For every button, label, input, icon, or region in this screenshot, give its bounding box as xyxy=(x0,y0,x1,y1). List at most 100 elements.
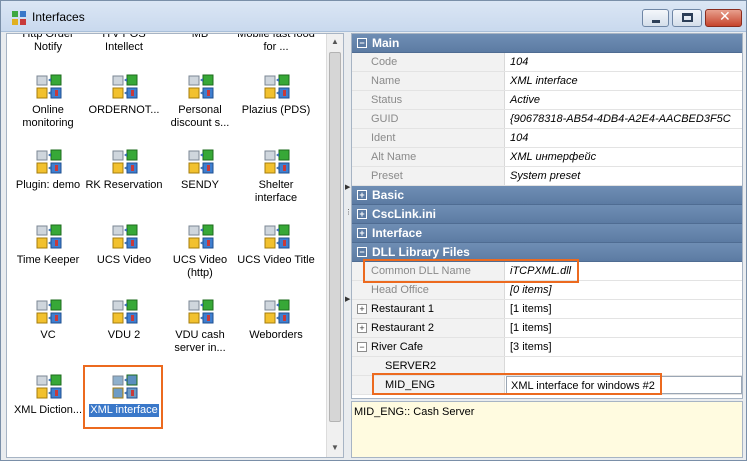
property-key: River Cafe xyxy=(352,338,505,356)
interface-item-mobile-fast-food-for[interactable]: Mobile fast food for ... xyxy=(237,34,315,66)
interface-item-weborders[interactable]: Weborders xyxy=(237,295,315,367)
property-code[interactable]: Code 104 xyxy=(352,53,742,72)
collapse-icon[interactable]: − xyxy=(357,247,367,257)
property-value[interactable]: XML interface xyxy=(506,72,742,90)
interface-item-label: VDU cash server in... xyxy=(174,329,226,354)
property-preset[interactable]: Preset System preset xyxy=(352,167,742,186)
minimize-icon xyxy=(652,20,660,23)
property-value[interactable]: [1 items] xyxy=(506,319,742,337)
collapse-icon[interactable]: − xyxy=(357,342,367,352)
property-river-cafe[interactable]: − River Cafe [3 items] xyxy=(352,338,742,357)
interface-item-personal-discount-s[interactable]: Personal discount s... xyxy=(161,70,239,142)
interface-item-itv-pos-intellect[interactable]: ITV POS Intellect xyxy=(85,34,163,66)
interface-item-plugin-demo[interactable]: Plugin: demo xyxy=(9,145,87,217)
app-icon xyxy=(12,11,26,25)
property-value[interactable]: [3 items] xyxy=(506,338,742,356)
property-server2[interactable]: SERVER2 xyxy=(352,357,742,376)
property-common-dll-name[interactable]: Common DLL Name iTCPXML.dll xyxy=(352,262,742,281)
property-value[interactable]: [1 items] xyxy=(506,300,742,318)
property-key: Ident xyxy=(352,129,505,147)
property-value[interactable]: iTCPXML.dll xyxy=(506,262,742,280)
category-basic[interactable]: + Basic xyxy=(352,186,742,205)
interface-icon-list[interactable]: Http Order Notify ITV POS Intellect MB Mobi… xyxy=(6,33,344,458)
minimize-button[interactable] xyxy=(642,9,669,27)
interface-item-label: Plugin: demo xyxy=(15,179,81,191)
property-grid[interactable]: − Main Code 104 Name XML interface Status Act… xyxy=(351,33,743,399)
property-value[interactable]: 104 xyxy=(506,53,742,71)
category-interface[interactable]: + Interface xyxy=(352,224,742,243)
pane-splitter[interactable]: ▶ ⋮ ▶ xyxy=(344,33,352,458)
close-icon: ✕ xyxy=(719,8,731,24)
interface-item-online-monitoring[interactable]: Online monitoring xyxy=(9,70,87,142)
property-guid[interactable]: GUID {90678318-AB54-4DB4-A2E4-AACBED3F5C xyxy=(352,110,742,129)
property-head-office[interactable]: Head Office [0 items] xyxy=(352,281,742,300)
category-main[interactable]: − Main xyxy=(352,34,742,53)
interface-item-ucs-video-http[interactable]: UCS Video (http) xyxy=(161,220,239,292)
interface-item-ucs-video-title[interactable]: UCS Video Title xyxy=(237,220,315,292)
property-value[interactable]: 104 xyxy=(506,129,742,147)
interface-item-ucs-video[interactable]: UCS Video xyxy=(85,220,163,292)
property-key: Preset xyxy=(352,167,505,185)
property-value[interactable]: Active xyxy=(506,91,742,109)
property-restaurant-2[interactable]: + Restaurant 2 [1 items] xyxy=(352,319,742,338)
interface-item-mb[interactable]: MB xyxy=(161,33,239,66)
category-label: Basic xyxy=(372,188,405,202)
expand-icon[interactable]: + xyxy=(357,323,367,333)
property-key: Name xyxy=(352,72,505,90)
category-dll-library-files[interactable]: − DLL Library Files xyxy=(352,243,742,262)
property-value[interactable]: XML интерфейс xyxy=(506,148,742,166)
interface-item-xml-interface[interactable]: XML interface xyxy=(85,370,163,442)
category-label: Main xyxy=(372,36,400,50)
maximize-button[interactable] xyxy=(672,9,702,27)
collapse-icon[interactable]: − xyxy=(357,38,367,48)
interface-item-xml-diction[interactable]: XML Diction... xyxy=(9,370,87,442)
property-alt-name[interactable]: Alt Name XML интерфейс xyxy=(352,148,742,167)
property-key: Restaurant 2 xyxy=(352,319,505,337)
interface-item-vdu-cash-server-in[interactable]: VDU cash server in... xyxy=(161,295,239,367)
interface-item-shelter-interface[interactable]: Shelter interface xyxy=(237,145,315,217)
property-key: Common DLL Name xyxy=(352,262,505,280)
property-value[interactable]: [0 items] xyxy=(506,281,742,299)
scroll-down-icon[interactable]: ▼ xyxy=(327,440,343,456)
close-button[interactable]: ✕ xyxy=(705,8,742,27)
property-value[interactable] xyxy=(506,357,742,375)
interface-item-label: RK Reservation xyxy=(85,179,163,191)
property-value[interactable]: {90678318-AB54-4DB4-A2E4-AACBED3F5C xyxy=(506,110,742,128)
interface-item-sendy[interactable]: SENDY xyxy=(161,145,239,217)
interface-item-time-keeper[interactable]: Time Keeper xyxy=(9,220,87,292)
expand-icon[interactable]: + xyxy=(357,190,367,200)
expand-icon[interactable]: + xyxy=(357,304,367,314)
interface-module-icon xyxy=(264,224,290,249)
interface-item-rk-reservation[interactable]: RK Reservation xyxy=(85,145,163,217)
interface-item-plazius-pds[interactable]: Plazius (PDS) xyxy=(237,70,315,142)
interface-item-label: Time Keeper xyxy=(16,254,80,266)
interface-item-label: MB xyxy=(191,33,209,40)
property-status[interactable]: Status Active xyxy=(352,91,742,110)
interface-module-icon xyxy=(36,149,62,174)
interface-item-vc[interactable]: VC xyxy=(9,295,87,367)
scroll-thumb[interactable] xyxy=(329,52,341,422)
interface-module-icon xyxy=(36,224,62,249)
property-key: Code xyxy=(352,53,505,71)
interface-module-icon xyxy=(264,299,290,324)
interface-item-label: UCS Video Title xyxy=(237,254,315,266)
interface-item-vdu-2[interactable]: VDU 2 xyxy=(85,295,163,367)
property-key: MID_ENG xyxy=(352,376,505,394)
title-bar[interactable]: Interfaces ✕ xyxy=(1,1,746,32)
expand-icon[interactable]: + xyxy=(357,228,367,238)
scroll-up-icon[interactable]: ▲ xyxy=(327,34,343,50)
property-mid-eng[interactable]: MID_ENG XML interface for windows #2 xyxy=(352,376,742,395)
category-csclink[interactable]: + CscLink.ini xyxy=(352,205,742,224)
expand-icon[interactable]: + xyxy=(357,209,367,219)
property-restaurant-1[interactable]: + Restaurant 1 [1 items] xyxy=(352,300,742,319)
interface-item-label: VC xyxy=(40,329,56,341)
left-scrollbar[interactable]: ▲ ▼ xyxy=(326,34,343,457)
property-ident[interactable]: Ident 104 xyxy=(352,129,742,148)
interface-item-ordernot[interactable]: ORDERNOT... xyxy=(85,70,163,142)
property-value[interactable]: System preset xyxy=(506,167,742,185)
property-name[interactable]: Name XML interface xyxy=(352,72,742,91)
property-value[interactable]: XML interface for windows #2 xyxy=(506,376,742,394)
interface-item-http-order-notify[interactable]: Http Order Notify xyxy=(9,34,87,66)
interface-item-label: VDU 2 xyxy=(107,329,141,341)
property-key: Head Office xyxy=(352,281,505,299)
